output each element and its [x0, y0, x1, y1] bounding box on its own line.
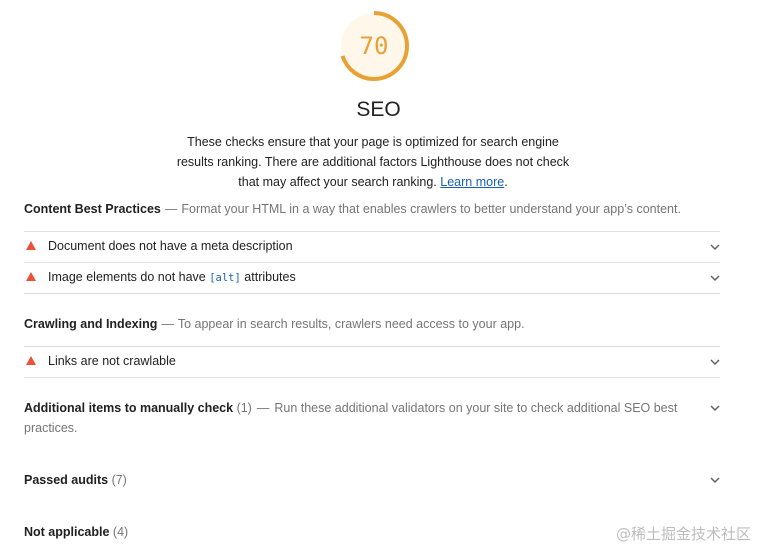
group-title: Passed audits [24, 473, 109, 487]
chevron-down-icon[interactable] [710, 359, 720, 367]
fail-triangle-icon [26, 356, 36, 365]
chevron-down-icon[interactable] [710, 275, 720, 283]
group-title: Not applicable [24, 525, 110, 539]
audit-label-before: Image elements do not have [48, 270, 210, 284]
chevron-down-icon[interactable] [710, 405, 720, 413]
group-title: Content Best Practices [24, 202, 161, 216]
group-title: Additional items to manually check [24, 401, 234, 415]
category-description: These checks ensure that your page is op… [168, 132, 578, 192]
group-header-crawling-indexing: Crawling and Indexing — To appear in searc… [24, 317, 724, 331]
audit-label: Document does not have a meta descriptio… [48, 239, 293, 253]
divider [24, 377, 720, 378]
audit-image-alt[interactable]: Image elements do not have [alt] attribu… [24, 262, 720, 293]
audit-label: Links are not crawlable [48, 354, 176, 368]
audit-meta-description[interactable]: Document does not have a meta descriptio… [24, 231, 720, 262]
category-description-text: These checks ensure that your page is op… [176, 135, 570, 189]
audit-label: Image elements do not have [alt] attribu… [48, 270, 296, 284]
group-not-applicable[interactable]: Not applicable (4) [24, 525, 128, 539]
group-manual-checks[interactable]: Additional items to manually check (1) — R… [24, 398, 689, 438]
group-dash: — [161, 317, 174, 331]
chevron-down-icon[interactable] [710, 477, 720, 485]
audit-label-after: attributes [240, 270, 296, 284]
group-dash: — [256, 401, 270, 415]
fail-triangle-icon [26, 272, 36, 281]
group-passed-audits[interactable]: Passed audits (7) [24, 473, 127, 487]
group-count: (7) [111, 473, 127, 487]
alt-code: [alt] [209, 272, 241, 284]
category-title: SEO [356, 98, 401, 121]
group-count: (4) [112, 525, 129, 539]
fail-triangle-icon [26, 241, 36, 250]
description-period: . [504, 175, 508, 189]
watermark: @稀土掘金技术社区 [615, 525, 751, 543]
group-count: (1) [236, 401, 252, 415]
group-header-content-best-practices: Content Best Practices — Format your HTML … [24, 202, 724, 216]
group-description: Format your HTML in a way that enables c… [181, 202, 681, 216]
group-title: Crawling and Indexing [24, 317, 158, 331]
group-dash: — [164, 202, 178, 216]
learn-more-link[interactable]: Learn more [440, 175, 504, 189]
audit-links-crawlable[interactable]: Links are not crawlable [24, 346, 720, 377]
score-gauge: 70 [338, 10, 410, 82]
chevron-down-icon[interactable] [710, 244, 720, 252]
group-description: To appear in search results, crawlers ne… [177, 317, 525, 331]
score-value: 70 [359, 32, 389, 60]
divider [24, 293, 720, 294]
